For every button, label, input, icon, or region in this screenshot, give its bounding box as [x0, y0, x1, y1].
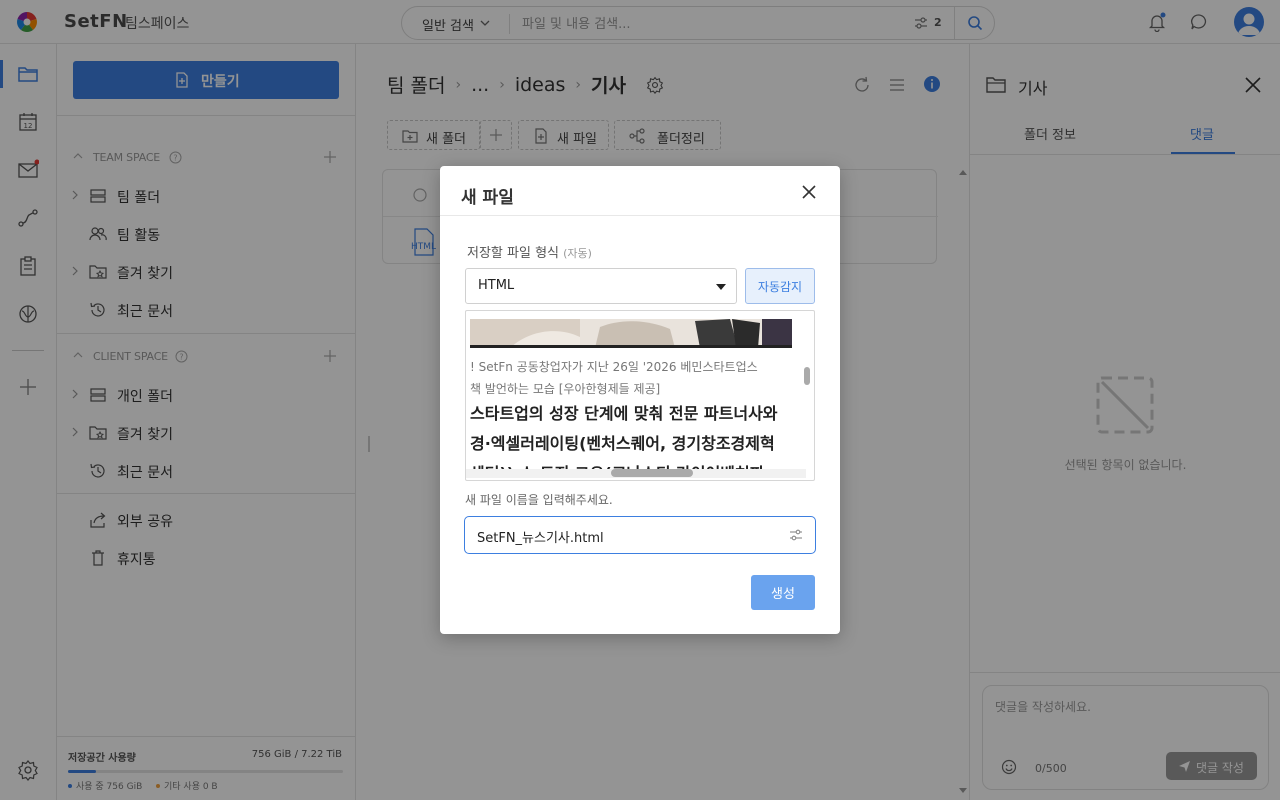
file-name-field [464, 516, 816, 554]
format-select[interactable]: HTML [465, 268, 737, 304]
preview-body-line: 스타트업의 성장 단계에 맞춰 전문 파트너사와 [470, 404, 778, 423]
format-label-text: 저장할 파일 형식 [467, 246, 559, 261]
file-name-input[interactable] [477, 525, 777, 547]
preview-caption-line: ! SetFn 공동창업자가 지난 26일 '2026 베민스타트업스 [470, 360, 758, 374]
auto-detect-button[interactable]: 자동감지 [745, 268, 815, 304]
file-name-label: 새 파일 이름을 입력해주세요. [465, 493, 613, 507]
preview-vertical-scrollbar[interactable] [804, 367, 810, 385]
format-label: 저장할 파일 형식 (자동) [467, 242, 592, 261]
preview-caption-line: 책 발언하는 모습 [우아한형제들 제공] [470, 382, 661, 396]
format-label-sub: (자동) [563, 247, 592, 260]
options-icon[interactable] [789, 529, 803, 541]
content-preview[interactable]: ! SetFn 공동창업자가 지난 26일 '2026 베민스타트업스 책 발언… [465, 310, 815, 481]
divider [440, 215, 840, 216]
format-select-value: HTML [478, 278, 515, 293]
dialog-title: 새 파일 [461, 188, 514, 208]
close-icon[interactable] [801, 184, 817, 200]
new-file-dialog: 새 파일 저장할 파일 형식 (자동) HTML 자동감지 ! SetFn 공동… [440, 166, 840, 634]
caret-down-icon [716, 284, 726, 290]
create-file-button[interactable]: 생성 [751, 575, 815, 610]
preview-body-line: 경·엑셀러레이팅(벤처스퀘어, 경기창조경제혁 [470, 434, 775, 453]
preview-image [470, 319, 792, 348]
preview-body: 스타트업의 성장 단계에 맞춰 전문 파트너사와 경·엑셀러레이팅(벤처스퀘어,… [470, 399, 800, 471]
preview-caption: ! SetFn 공동창업자가 지난 26일 '2026 베민스타트업스 책 발언… [470, 356, 800, 400]
preview-horizontal-scrollbar[interactable] [611, 469, 693, 477]
